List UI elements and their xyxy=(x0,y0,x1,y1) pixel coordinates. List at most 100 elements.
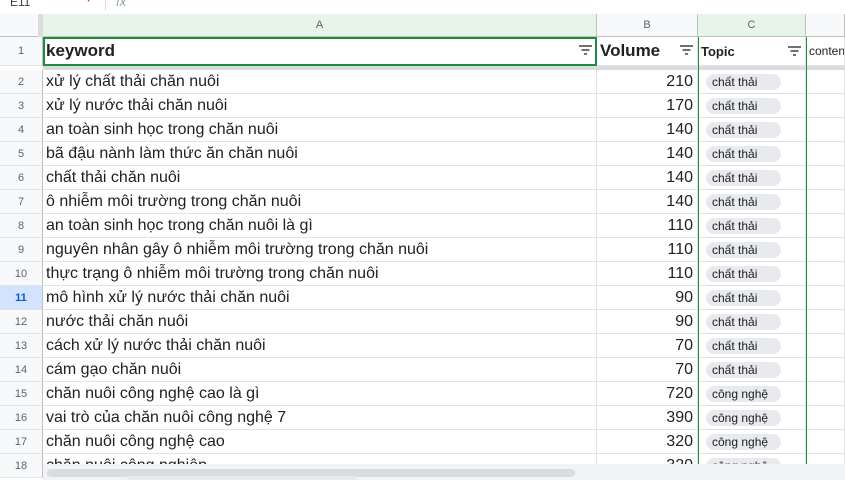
row-header[interactable]: 12 xyxy=(0,310,43,334)
content-cell[interactable] xyxy=(806,358,845,382)
row-header[interactable]: 9 xyxy=(0,238,43,262)
keyword-cell[interactable]: chăn nuôi công nghệ cao là gì xyxy=(43,382,597,406)
topic-chip[interactable]: công nghệ xyxy=(706,410,781,426)
column-header-d[interactable] xyxy=(806,14,845,37)
topic-cell[interactable]: công nghệ xyxy=(698,382,806,406)
topic-cell[interactable]: chất thải xyxy=(698,70,806,94)
content-cell[interactable] xyxy=(806,382,845,406)
topic-chip[interactable]: chất thải xyxy=(706,122,781,138)
keyword-cell[interactable]: cám gạo chăn nuôi xyxy=(43,358,597,382)
content-cell[interactable] xyxy=(806,406,845,430)
column-header-c[interactable]: C xyxy=(698,14,806,37)
topic-cell[interactable]: công nghệ xyxy=(698,430,806,454)
row-header[interactable]: 5 xyxy=(0,142,43,166)
topic-chip[interactable]: chất thải xyxy=(706,74,781,90)
topic-cell[interactable]: chất thải xyxy=(698,94,806,118)
content-cell[interactable] xyxy=(806,262,845,286)
filter-icon[interactable] xyxy=(788,46,801,56)
keyword-cell[interactable]: thực trạng ô nhiễm môi trường trong chăn… xyxy=(43,262,597,286)
keyword-cell[interactable]: chất thải chăn nuôi xyxy=(43,166,597,190)
topic-cell[interactable]: chất thải xyxy=(698,118,806,142)
volume-cell[interactable]: 110 xyxy=(597,214,698,238)
row-header[interactable]: 4 xyxy=(0,118,43,142)
keyword-cell[interactable]: nước thải chăn nuôi xyxy=(43,310,597,334)
content-cell[interactable] xyxy=(806,118,845,142)
header-keyword[interactable]: keyword xyxy=(43,37,597,66)
volume-cell[interactable]: 110 xyxy=(597,238,698,262)
content-cell[interactable] xyxy=(806,94,845,118)
keyword-cell[interactable]: nguyên nhân gây ô nhiễm môi trường trong… xyxy=(43,238,597,262)
row-header[interactable]: 18 xyxy=(0,454,43,478)
keyword-cell[interactable]: bã đậu nành làm thức ăn chăn nuôi xyxy=(43,142,597,166)
row-header[interactable]: 13 xyxy=(0,334,43,358)
column-header-a[interactable]: A xyxy=(43,14,597,37)
keyword-cell[interactable]: xử lý nước thải chăn nuôi xyxy=(43,94,597,118)
content-cell[interactable] xyxy=(806,238,845,262)
keyword-cell[interactable]: cách xử lý nước thải chăn nuôi xyxy=(43,334,597,358)
topic-cell[interactable]: chất thải xyxy=(698,190,806,214)
topic-cell[interactable]: chất thải xyxy=(698,310,806,334)
content-cell[interactable] xyxy=(806,142,845,166)
volume-cell[interactable]: 140 xyxy=(597,118,698,142)
keyword-cell[interactable]: an toàn sinh học trong chăn nuôi là gì xyxy=(43,214,597,238)
topic-chip[interactable]: chất thải xyxy=(706,266,781,282)
chevron-down-icon[interactable]: ▾ xyxy=(86,0,91,5)
topic-chip[interactable]: chất thải xyxy=(706,242,781,258)
topic-chip[interactable]: chất thải xyxy=(706,218,781,234)
content-cell[interactable] xyxy=(806,286,845,310)
content-cell[interactable] xyxy=(806,166,845,190)
topic-chip[interactable]: chất thải xyxy=(706,314,781,330)
row-header[interactable]: 11 xyxy=(0,286,43,310)
volume-cell[interactable]: 140 xyxy=(597,166,698,190)
topic-cell[interactable]: chất thải xyxy=(698,142,806,166)
select-all-corner[interactable] xyxy=(0,14,43,37)
topic-chip[interactable]: công nghệ xyxy=(706,434,781,450)
volume-cell[interactable]: 70 xyxy=(597,358,698,382)
content-cell[interactable] xyxy=(806,430,845,454)
content-cell[interactable] xyxy=(806,70,845,94)
topic-chip[interactable]: chất thải xyxy=(706,170,781,186)
column-header-b[interactable]: B xyxy=(597,14,698,37)
volume-cell[interactable]: 390 xyxy=(597,406,698,430)
topic-chip[interactable]: chất thải xyxy=(706,194,781,210)
topic-chip[interactable]: công nghệ xyxy=(706,386,781,402)
row-header[interactable]: 10 xyxy=(0,262,43,286)
volume-cell[interactable]: 90 xyxy=(597,310,698,334)
topic-chip[interactable]: chất thải xyxy=(706,98,781,114)
volume-cell[interactable]: 720 xyxy=(597,382,698,406)
row-header[interactable]: 7 xyxy=(0,190,43,214)
topic-chip[interactable]: chất thải xyxy=(706,338,781,354)
keyword-cell[interactable]: an toàn sinh học trong chăn nuôi xyxy=(43,118,597,142)
volume-cell[interactable]: 320 xyxy=(597,430,698,454)
volume-cell[interactable]: 170 xyxy=(597,94,698,118)
topic-cell[interactable]: chất thải xyxy=(698,286,806,310)
keyword-cell[interactable]: mô hình xử lý nước thải chăn nuôi xyxy=(43,286,597,310)
row-header[interactable]: 14 xyxy=(0,358,43,382)
content-cell[interactable] xyxy=(806,334,845,358)
volume-cell[interactable]: 210 xyxy=(597,70,698,94)
volume-cell[interactable]: 110 xyxy=(597,262,698,286)
volume-cell[interactable]: 140 xyxy=(597,142,698,166)
topic-cell[interactable]: công nghệ xyxy=(698,406,806,430)
keyword-cell[interactable]: vai trò của chăn nuôi công nghệ 7 xyxy=(43,406,597,430)
row-header[interactable]: 6 xyxy=(0,166,43,190)
topic-cell[interactable]: chất thải xyxy=(698,238,806,262)
topic-cell[interactable]: chất thải xyxy=(698,358,806,382)
row-header[interactable]: 17 xyxy=(0,430,43,454)
keyword-cell[interactable]: chăn nuôi công nghệ cao xyxy=(43,430,597,454)
row-header[interactable]: 3 xyxy=(0,94,43,118)
content-cell[interactable] xyxy=(806,214,845,238)
row-header[interactable]: 2 xyxy=(0,70,43,94)
name-box[interactable]: E11 xyxy=(10,0,30,9)
filter-icon[interactable] xyxy=(680,45,693,55)
keyword-cell[interactable]: xử lý chất thải chăn nuôi xyxy=(43,70,597,94)
content-cell[interactable] xyxy=(806,190,845,214)
topic-cell[interactable]: chất thải xyxy=(698,262,806,286)
header-topic[interactable]: Topic xyxy=(698,37,806,66)
filter-icon[interactable] xyxy=(579,45,592,55)
volume-cell[interactable]: 140 xyxy=(597,190,698,214)
topic-cell[interactable]: chất thải xyxy=(698,214,806,238)
content-cell[interactable] xyxy=(806,310,845,334)
topic-chip[interactable]: chất thải xyxy=(706,146,781,162)
row-header[interactable]: 15 xyxy=(0,382,43,406)
